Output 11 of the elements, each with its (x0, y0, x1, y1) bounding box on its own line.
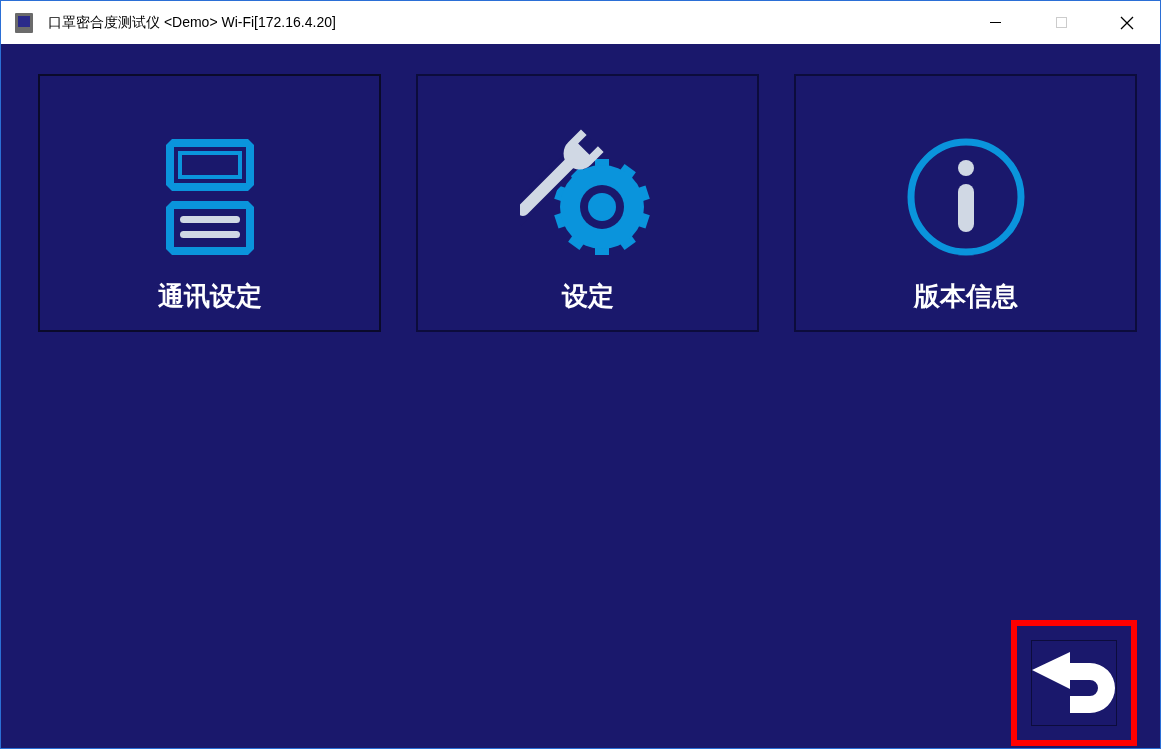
back-arrow-icon (1032, 652, 1116, 714)
window-title: 口罩密合度测试仪 <Demo> Wi-Fi[172.16.4.20] (48, 13, 336, 32)
back-button[interactable] (1031, 640, 1117, 726)
menu-tile[interactable]: 设定 (416, 74, 759, 332)
info-icon (906, 137, 1025, 256)
menu-tile[interactable]: 通讯设定 (38, 74, 381, 332)
close-icon (1120, 15, 1134, 30)
menu-tile[interactable]: 版本信息 (794, 74, 1137, 332)
minimize-icon (989, 22, 1001, 23)
device-panel-icon (165, 138, 254, 255)
app-icon (15, 12, 33, 33)
